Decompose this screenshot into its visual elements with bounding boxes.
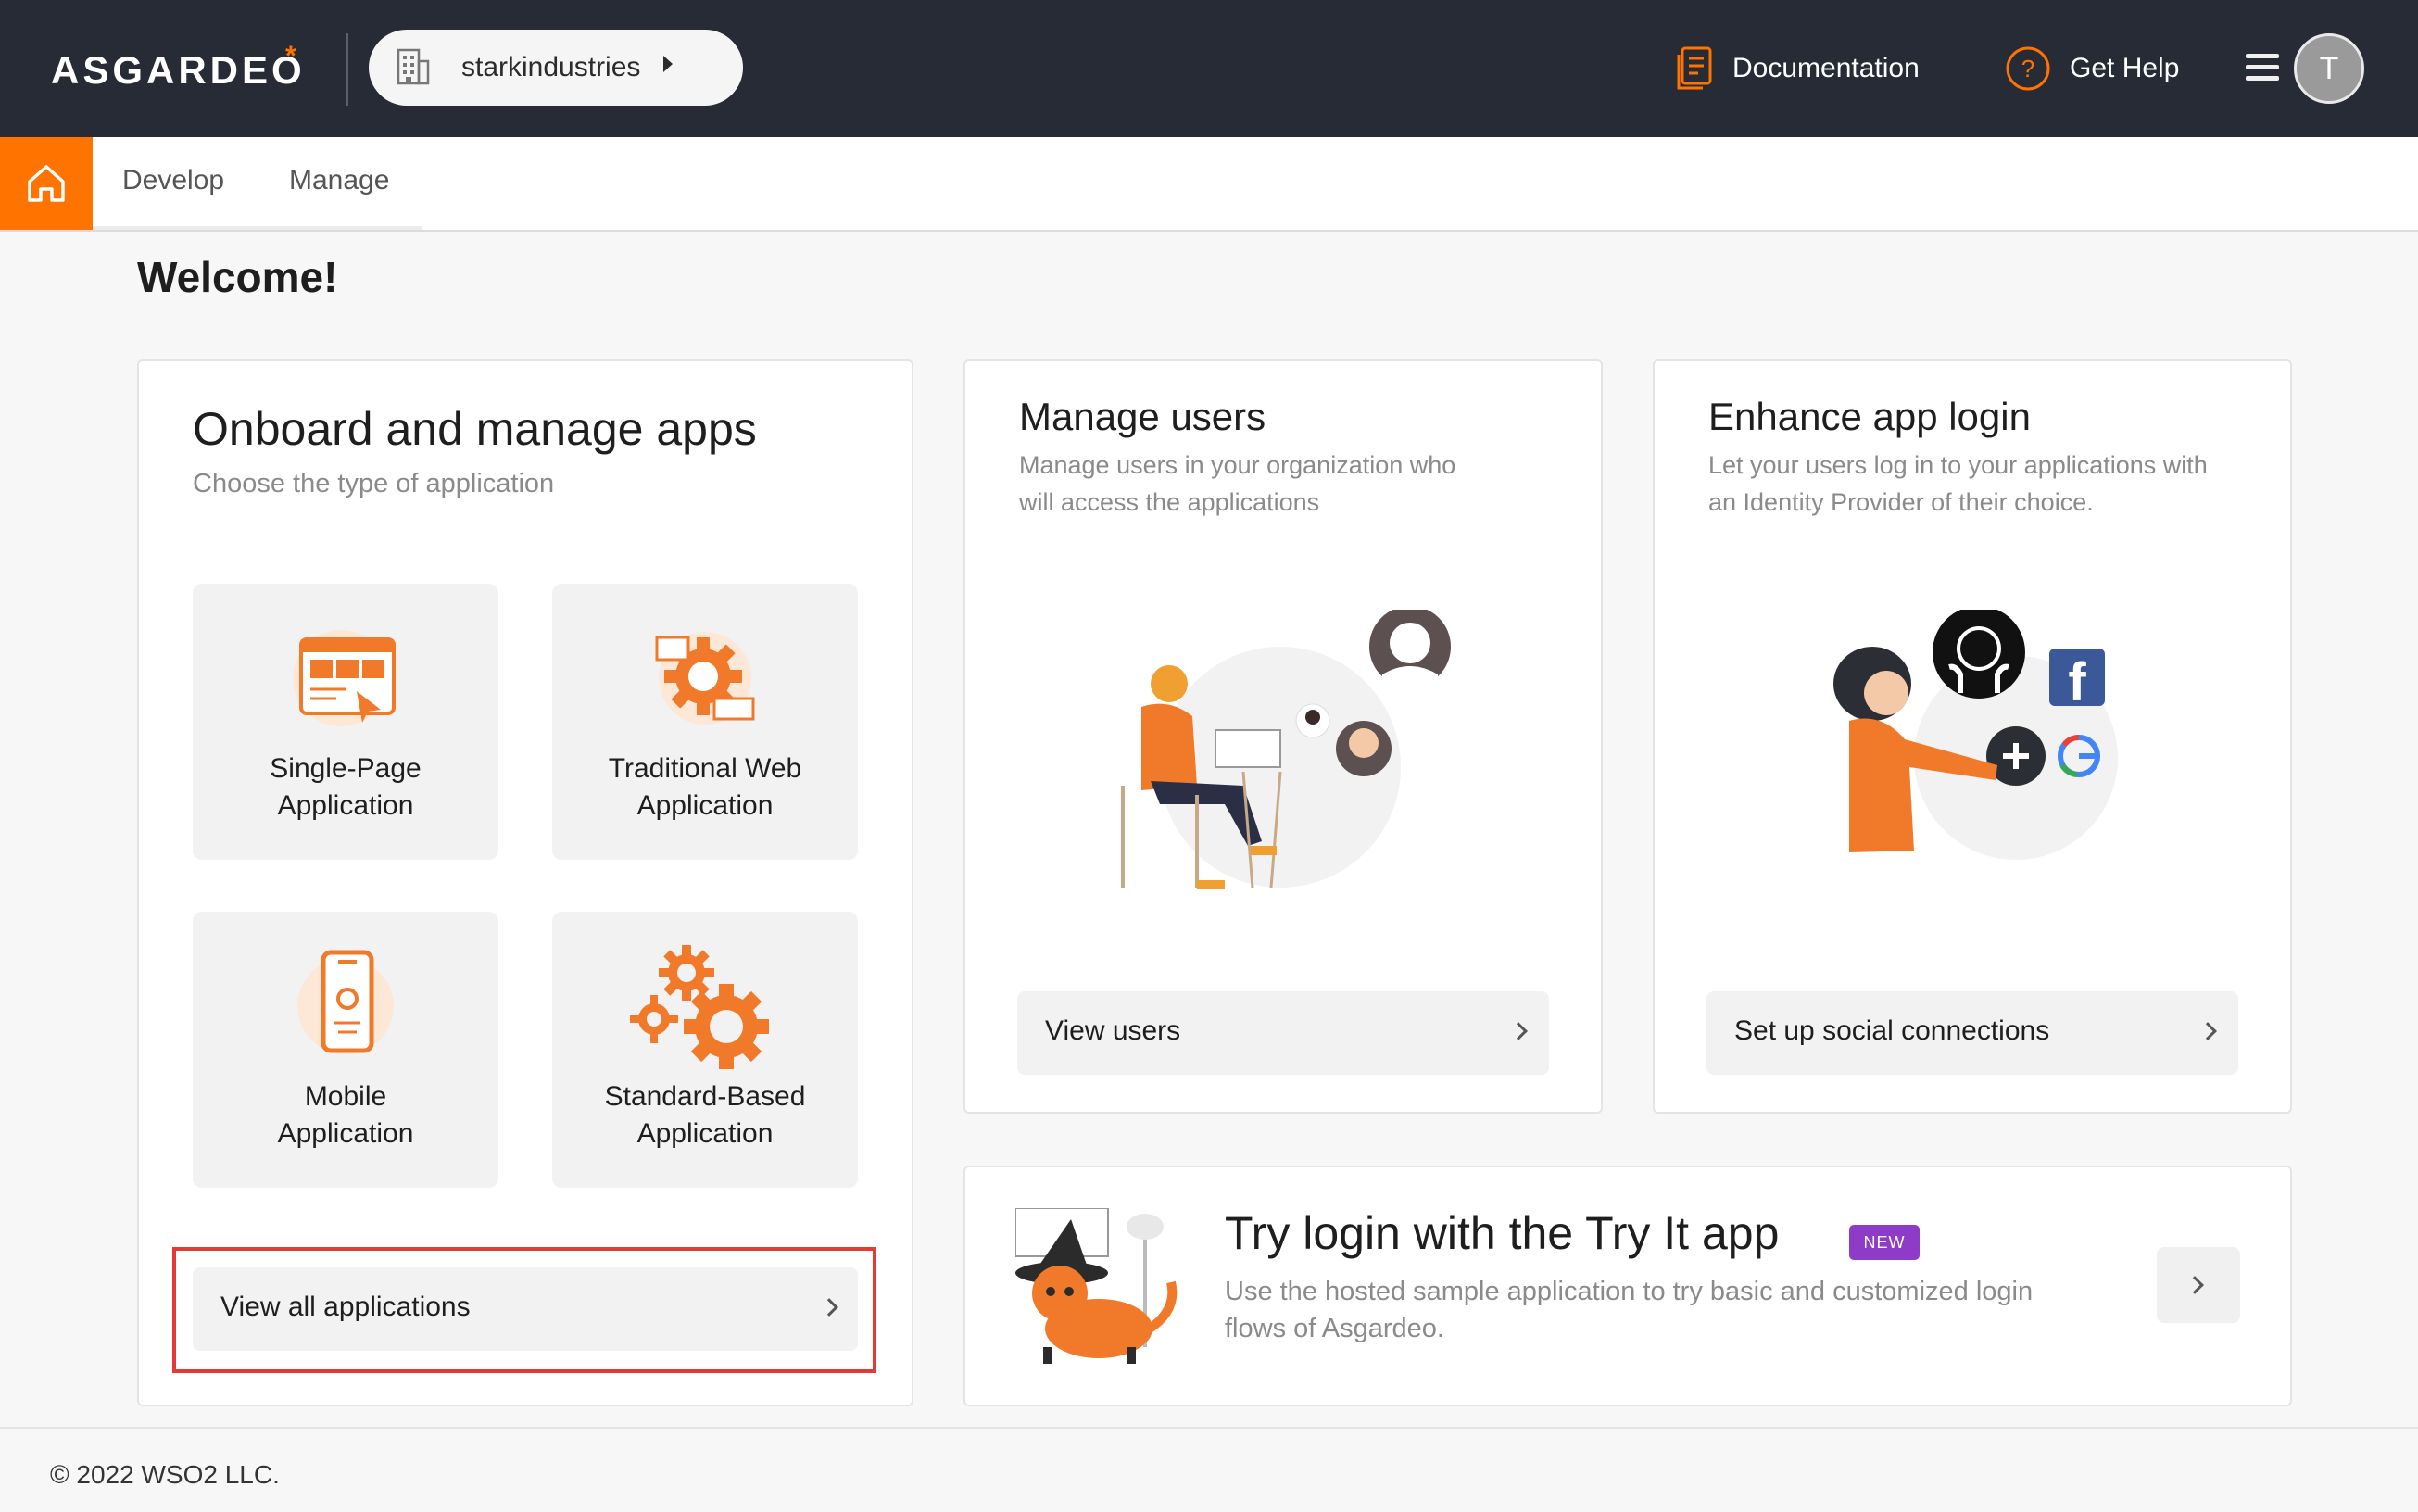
mobile-app-icon bbox=[297, 950, 394, 1054]
login-card-title: Enhance app login bbox=[1708, 395, 2031, 438]
standard-app-icon bbox=[630, 945, 769, 1069]
manage-users-card: Manage users Manage users in your organi… bbox=[963, 359, 1603, 1114]
web-app-icon bbox=[655, 632, 755, 724]
set-up-social-connections-button[interactable]: Set up social connections bbox=[1706, 991, 2238, 1075]
try-it-cat-illustration bbox=[1015, 1208, 1178, 1364]
logo-star-mark: * bbox=[285, 41, 296, 71]
chevron-right-icon bbox=[2185, 1276, 2204, 1294]
social-login-illustration: f bbox=[1833, 610, 2118, 860]
svg-text:?: ? bbox=[2021, 55, 2034, 82]
onboard-card-subtitle: Choose the type of application bbox=[193, 469, 555, 498]
home-icon bbox=[28, 165, 65, 202]
footer-divider bbox=[0, 1427, 2418, 1429]
login-card-subtitle: Let your users log in to your applicatio… bbox=[1708, 451, 2208, 516]
caret-right-icon bbox=[663, 56, 673, 72]
manage-users-illustration bbox=[1121, 610, 1451, 889]
svg-text:f: f bbox=[2068, 652, 2086, 712]
help-circle-icon: ? bbox=[2006, 46, 2050, 91]
new-badge: NEW bbox=[1849, 1225, 1920, 1260]
open-try-it-app-button[interactable] bbox=[2157, 1247, 2240, 1323]
page-title: Welcome! bbox=[137, 253, 338, 301]
try-it-app-card: Try login with the Try It app Use the ho… bbox=[963, 1166, 2292, 1406]
chevron-right-icon bbox=[1509, 1022, 1528, 1040]
asgardeo-logo[interactable]: ASGARDEO bbox=[51, 48, 306, 93]
hamburger-menu-icon[interactable] bbox=[2246, 54, 2279, 82]
try-it-title: Try login with the Try It app bbox=[1225, 1207, 1780, 1259]
users-card-subtitle: Manage users in your organization who wi… bbox=[1019, 451, 1456, 516]
footer-copyright: © 2022 WSO2 LLC. bbox=[50, 1460, 280, 1489]
navigation-bar: Develop Manage bbox=[0, 137, 2418, 232]
home-tab[interactable] bbox=[0, 137, 93, 230]
documentation-icon bbox=[1677, 46, 1712, 90]
organization-name: starkindustries bbox=[461, 52, 641, 82]
try-it-subtitle: Use the hosted sample application to try… bbox=[1225, 1277, 2034, 1343]
onboard-card-title: Onboard and manage apps bbox=[193, 403, 757, 455]
tab-manage[interactable]: Manage bbox=[289, 165, 389, 196]
building-icon bbox=[397, 48, 430, 85]
get-help-link[interactable]: ? Get Help bbox=[2005, 39, 2179, 98]
set-up-social-connections-label: Set up social connections bbox=[1734, 1015, 2050, 1046]
top-header: ASGARDEO * starkindustries Documentation… bbox=[0, 0, 2418, 137]
traditional-web-app-tile[interactable]: Traditional Web Application bbox=[552, 584, 858, 860]
get-help-label: Get Help bbox=[2070, 53, 2180, 83]
mobile-tile-label: Mobile Application bbox=[277, 1081, 414, 1149]
highlight-box bbox=[172, 1247, 876, 1373]
organization-switcher[interactable]: starkindustries bbox=[369, 30, 743, 106]
spa-tile-label: Single-Page Application bbox=[270, 753, 422, 821]
view-users-button[interactable]: View users bbox=[1017, 991, 1549, 1075]
documentation-label: Documentation bbox=[1732, 53, 1920, 83]
standard-based-app-tile[interactable]: Standard-Based Application bbox=[552, 912, 858, 1188]
documentation-link[interactable]: Documentation bbox=[1675, 39, 1920, 98]
view-users-label: View users bbox=[1045, 1015, 1181, 1046]
enhance-login-card: Enhance app login Let your users log in … bbox=[1653, 359, 2292, 1114]
standard-tile-label: Standard-Based Application bbox=[604, 1081, 806, 1149]
web-tile-label: Traditional Web Application bbox=[608, 753, 802, 821]
chevron-right-icon bbox=[2198, 1022, 2217, 1040]
header-divider bbox=[346, 33, 348, 106]
users-card-title: Manage users bbox=[1019, 395, 1266, 438]
mobile-app-tile[interactable]: Mobile Application bbox=[193, 912, 498, 1188]
user-avatar[interactable]: T bbox=[2294, 33, 2364, 104]
tab-develop[interactable]: Develop bbox=[122, 165, 224, 196]
single-page-app-tile[interactable]: Single-Page Application bbox=[193, 584, 498, 860]
spa-icon bbox=[293, 630, 396, 726]
tab-underline bbox=[93, 226, 422, 230]
